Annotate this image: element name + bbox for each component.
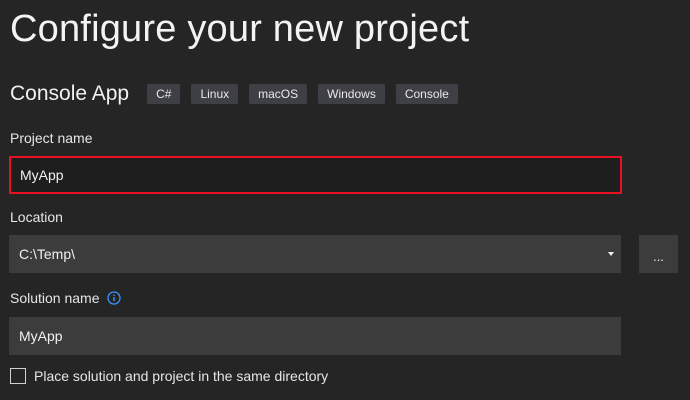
tag-platform-macos: macOS — [249, 84, 308, 104]
page-title: Configure your new project — [10, 8, 470, 50]
tag-platform-windows: Windows — [318, 84, 385, 104]
configure-project-page: Configure your new project Console App C… — [0, 0, 690, 400]
tag-platform-linux: Linux — [191, 84, 239, 104]
same-directory-option[interactable]: Place solution and project in the same d… — [10, 368, 328, 384]
same-directory-checkbox[interactable] — [10, 368, 26, 384]
location-combobox[interactable]: C:\Temp\ — [9, 235, 621, 273]
chevron-down-icon[interactable] — [608, 252, 614, 256]
same-directory-label[interactable]: Place solution and project in the same d… — [34, 368, 328, 384]
template-summary: Console App C# Linux macOS Windows Conso… — [10, 80, 469, 108]
tag-language: C# — [147, 84, 181, 104]
info-icon[interactable] — [106, 291, 121, 305]
project-name-label: Project name — [10, 130, 93, 146]
location-label: Location — [10, 209, 63, 225]
project-name-input[interactable] — [9, 156, 622, 194]
location-value: C:\Temp\ — [19, 246, 76, 262]
solution-name-label: Solution name — [10, 290, 100, 306]
browse-button[interactable]: ... — [639, 235, 678, 273]
solution-name-label-row: Solution name — [10, 290, 121, 306]
tag-project-type: Console — [395, 84, 458, 104]
solution-name-input[interactable] — [9, 317, 621, 355]
template-name: Console App — [10, 82, 130, 105]
